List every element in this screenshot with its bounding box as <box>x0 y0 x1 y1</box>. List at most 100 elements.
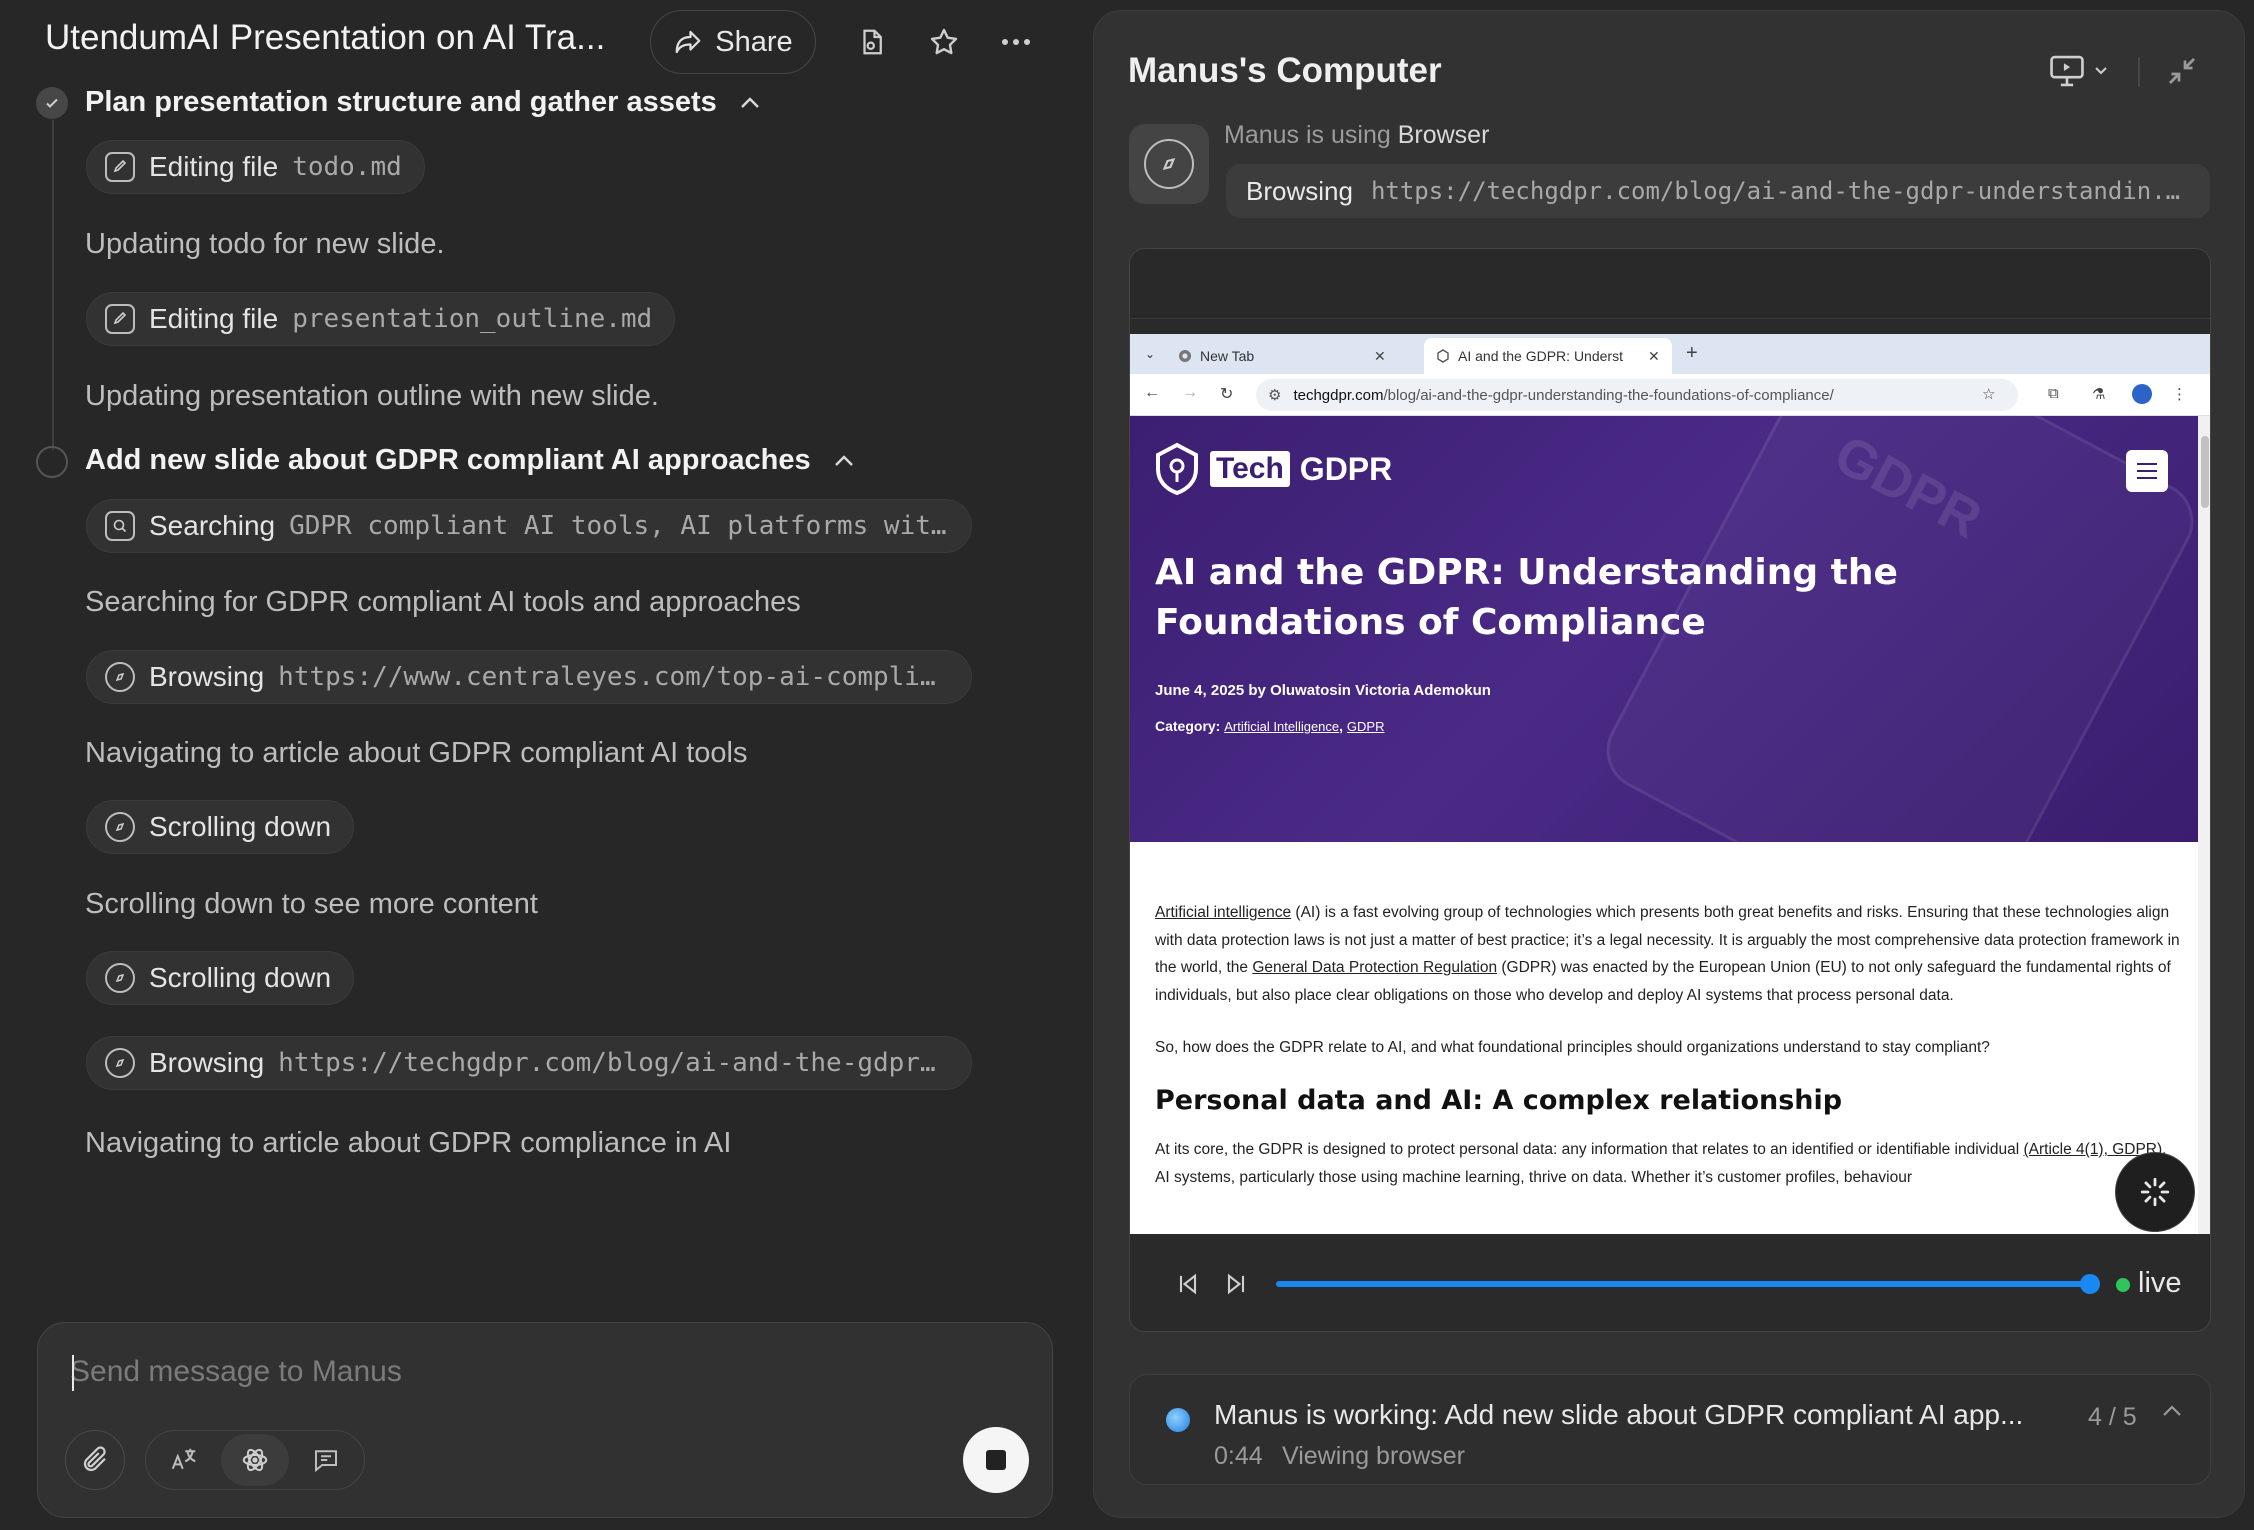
step-pending-icon <box>36 446 68 478</box>
share-label: Share <box>715 25 793 58</box>
step-action-edit-outline[interactable]: Editing file presentation_outline.md <box>86 292 676 346</box>
collapse-button[interactable] <box>2164 51 2200 91</box>
labs-flask-icon[interactable]: ⚗ <box>2092 385 2105 403</box>
step-action-search[interactable]: Searching GDPR compliant AI tools, AI pl… <box>86 499 972 553</box>
action-label: Editing file <box>149 151 279 182</box>
tab-label: AI and the GDPR: Underst <box>1458 348 1623 364</box>
translate-tool-button[interactable] <box>150 1434 219 1486</box>
more-icon[interactable] <box>996 22 1036 62</box>
tab-list-icon[interactable]: ⌄ <box>1140 344 1160 364</box>
edit-file-icon <box>105 152 135 182</box>
reload-icon[interactable]: ↻ <box>1220 384 1233 404</box>
article-paragraph: At its core, the GDPR is designed to pro… <box>1155 1136 2180 1191</box>
status-message: Manus is working: Add new slide about GD… <box>1214 1399 2024 1430</box>
article-hero: GDPR Tech GDPR AI and the GDPR: Understa… <box>1130 416 2198 842</box>
message-input[interactable] <box>70 1349 970 1395</box>
translate-icon <box>172 1448 196 1470</box>
live-indicator-icon <box>2116 1278 2130 1292</box>
share-button[interactable]: Share <box>650 10 816 74</box>
bookmark-star-icon[interactable]: ☆ <box>1982 385 1995 403</box>
article-paragraph: So, how does the GDPR relate to AI, and … <box>1155 1039 1990 1056</box>
tab-close-icon[interactable]: ✕ <box>1374 348 1386 365</box>
action-label: Searching <box>149 510 276 541</box>
current-action-url: https://techgdpr.com/blog/ai-and-the-gdp… <box>1370 177 2190 205</box>
step-action-scroll[interactable]: Scrolling down <box>86 800 355 854</box>
scrollbar-thumb[interactable] <box>2201 436 2209 508</box>
browser-viewer: ⌄ New Tab ✕ AI and the GDPR: Underst ✕ +… <box>1129 248 2211 1332</box>
chrome-icon <box>1179 350 1191 362</box>
stop-icon <box>986 1450 1006 1470</box>
article-body: Artificial intelligence (AI) is a fast e… <box>1155 899 2180 1216</box>
chevron-up-icon[interactable] <box>2160 1403 2184 1419</box>
extensions-icon[interactable]: ⧉ <box>2048 385 2059 402</box>
category-link[interactable]: Artificial Intelligence <box>1224 719 1339 734</box>
star-icon[interactable] <box>924 22 964 62</box>
site-logo[interactable]: Tech GDPR <box>1154 442 1392 496</box>
article-headline: AI and the GDPR: Understanding the Found… <box>1155 552 1898 643</box>
working-indicator-icon <box>1166 1408 1190 1432</box>
step-note: Updating todo for new slide. <box>85 228 445 260</box>
computer-panel: Manus's Computer Manus is using Browser … <box>1093 10 2245 1518</box>
step-action-browse-centraleyes[interactable]: Browsing https://www.centraleyes.com/top… <box>86 650 972 704</box>
logo-gdpr: GDPR <box>1299 450 1393 487</box>
tab-active[interactable]: AI and the GDPR: Underst ✕ <box>1424 338 1672 374</box>
browser-menu-icon[interactable]: ⋮ <box>2172 385 2187 403</box>
composer-tools <box>145 1430 365 1490</box>
skip-forward-icon[interactable] <box>1216 1264 1256 1304</box>
chevron-up-icon <box>834 454 853 466</box>
status-subtext: Viewing browser <box>1282 1442 1465 1470</box>
display-mode-button[interactable] <box>2048 51 2108 91</box>
using-tool: Browser <box>1397 121 1490 149</box>
inline-link[interactable]: Artificial intelligence <box>1155 904 1291 921</box>
stop-button[interactable] <box>963 1427 1029 1493</box>
step-2-header[interactable]: Add new slide about GDPR compliant AI ap… <box>85 444 855 477</box>
step-1-header[interactable]: Plan presentation structure and gather a… <box>85 86 761 119</box>
take-control-button[interactable] <box>2115 1152 2195 1232</box>
address-bar-row: ← → ↻ ⚙ techgdpr.com/blog/ai-and-the-gdp… <box>1130 374 2210 416</box>
current-action: Browsing https://techgdpr.com/blog/ai-an… <box>1226 164 2210 218</box>
current-action-label: Browsing <box>1246 175 1353 206</box>
logo-tech: Tech <box>1210 451 1290 487</box>
ai-tool-button[interactable] <box>220 1434 290 1486</box>
article-categories: Category: Artificial Intelligence, GDPR <box>1155 718 1384 734</box>
category-separator: , <box>1339 718 1344 734</box>
status-time: 0:44 <box>1214 1442 1263 1470</box>
inline-link[interactable]: General Data Protection Regulation <box>1252 959 1497 976</box>
playback-knob[interactable] <box>2080 1274 2100 1294</box>
hamburger-menu-icon[interactable] <box>2126 450 2168 492</box>
category-link[interactable]: GDPR <box>1347 719 1385 734</box>
step-action-edit-todo[interactable]: Editing file todo.md <box>86 140 425 194</box>
page-scrollbar[interactable] <box>2198 416 2210 1234</box>
task-status-bar[interactable]: Manus is working: Add new slide about GD… <box>1129 1374 2211 1485</box>
message-composer <box>37 1322 1053 1518</box>
step-title: Plan presentation structure and gather a… <box>85 86 717 118</box>
profile-avatar[interactable] <box>2132 384 2152 404</box>
forward-icon[interactable]: → <box>1182 384 1198 402</box>
chat-tool-button[interactable] <box>291 1434 360 1486</box>
task-title[interactable]: UtendumAI Presentation on AI Tra... <box>45 18 635 58</box>
browser-screenshot[interactable]: ⌄ New Tab ✕ AI and the GDPR: Underst ✕ +… <box>1130 334 2210 1234</box>
chat-panel: UtendumAI Presentation on AI Tra... Shar… <box>0 0 1080 1530</box>
step-counter: 4 / 5 <box>2088 1403 2137 1431</box>
back-icon[interactable]: ← <box>1144 384 1160 402</box>
shield-logo-icon <box>1154 442 1200 496</box>
attach-button[interactable] <box>65 1430 125 1490</box>
live-label[interactable]: live <box>2138 1267 2182 1300</box>
skip-back-icon[interactable] <box>1168 1264 1208 1304</box>
computer-panel-title: Manus's Computer <box>1128 51 1442 90</box>
site-settings-icon[interactable]: ⚙ <box>1268 386 1281 404</box>
new-tab-icon[interactable]: + <box>1686 342 1698 365</box>
tab-new-tab[interactable]: New Tab ✕ <box>1166 338 1398 374</box>
url-path: /blog/ai-and-the-gdpr-understanding-the-… <box>1383 386 1834 404</box>
address-bar[interactable]: ⚙ techgdpr.com/blog/ai-and-the-gdpr-unde… <box>1256 379 2018 411</box>
action-label: Scrolling down <box>149 962 332 993</box>
playback-progress[interactable] <box>1276 1281 2084 1287</box>
file-icon[interactable] <box>852 22 892 62</box>
action-label: Editing file <box>149 303 279 334</box>
step-action-browse-techgdpr[interactable]: Browsing https://techgdpr.com/blog/ai-an… <box>86 1036 972 1090</box>
loading-spinner-icon <box>2140 1177 2170 1207</box>
step-action-scroll[interactable]: Scrolling down <box>86 951 355 1005</box>
step-note: Navigating to article about GDPR complia… <box>85 1127 732 1159</box>
tab-close-icon[interactable]: ✕ <box>1648 348 1660 365</box>
browser-tool-badge <box>1129 124 1209 204</box>
